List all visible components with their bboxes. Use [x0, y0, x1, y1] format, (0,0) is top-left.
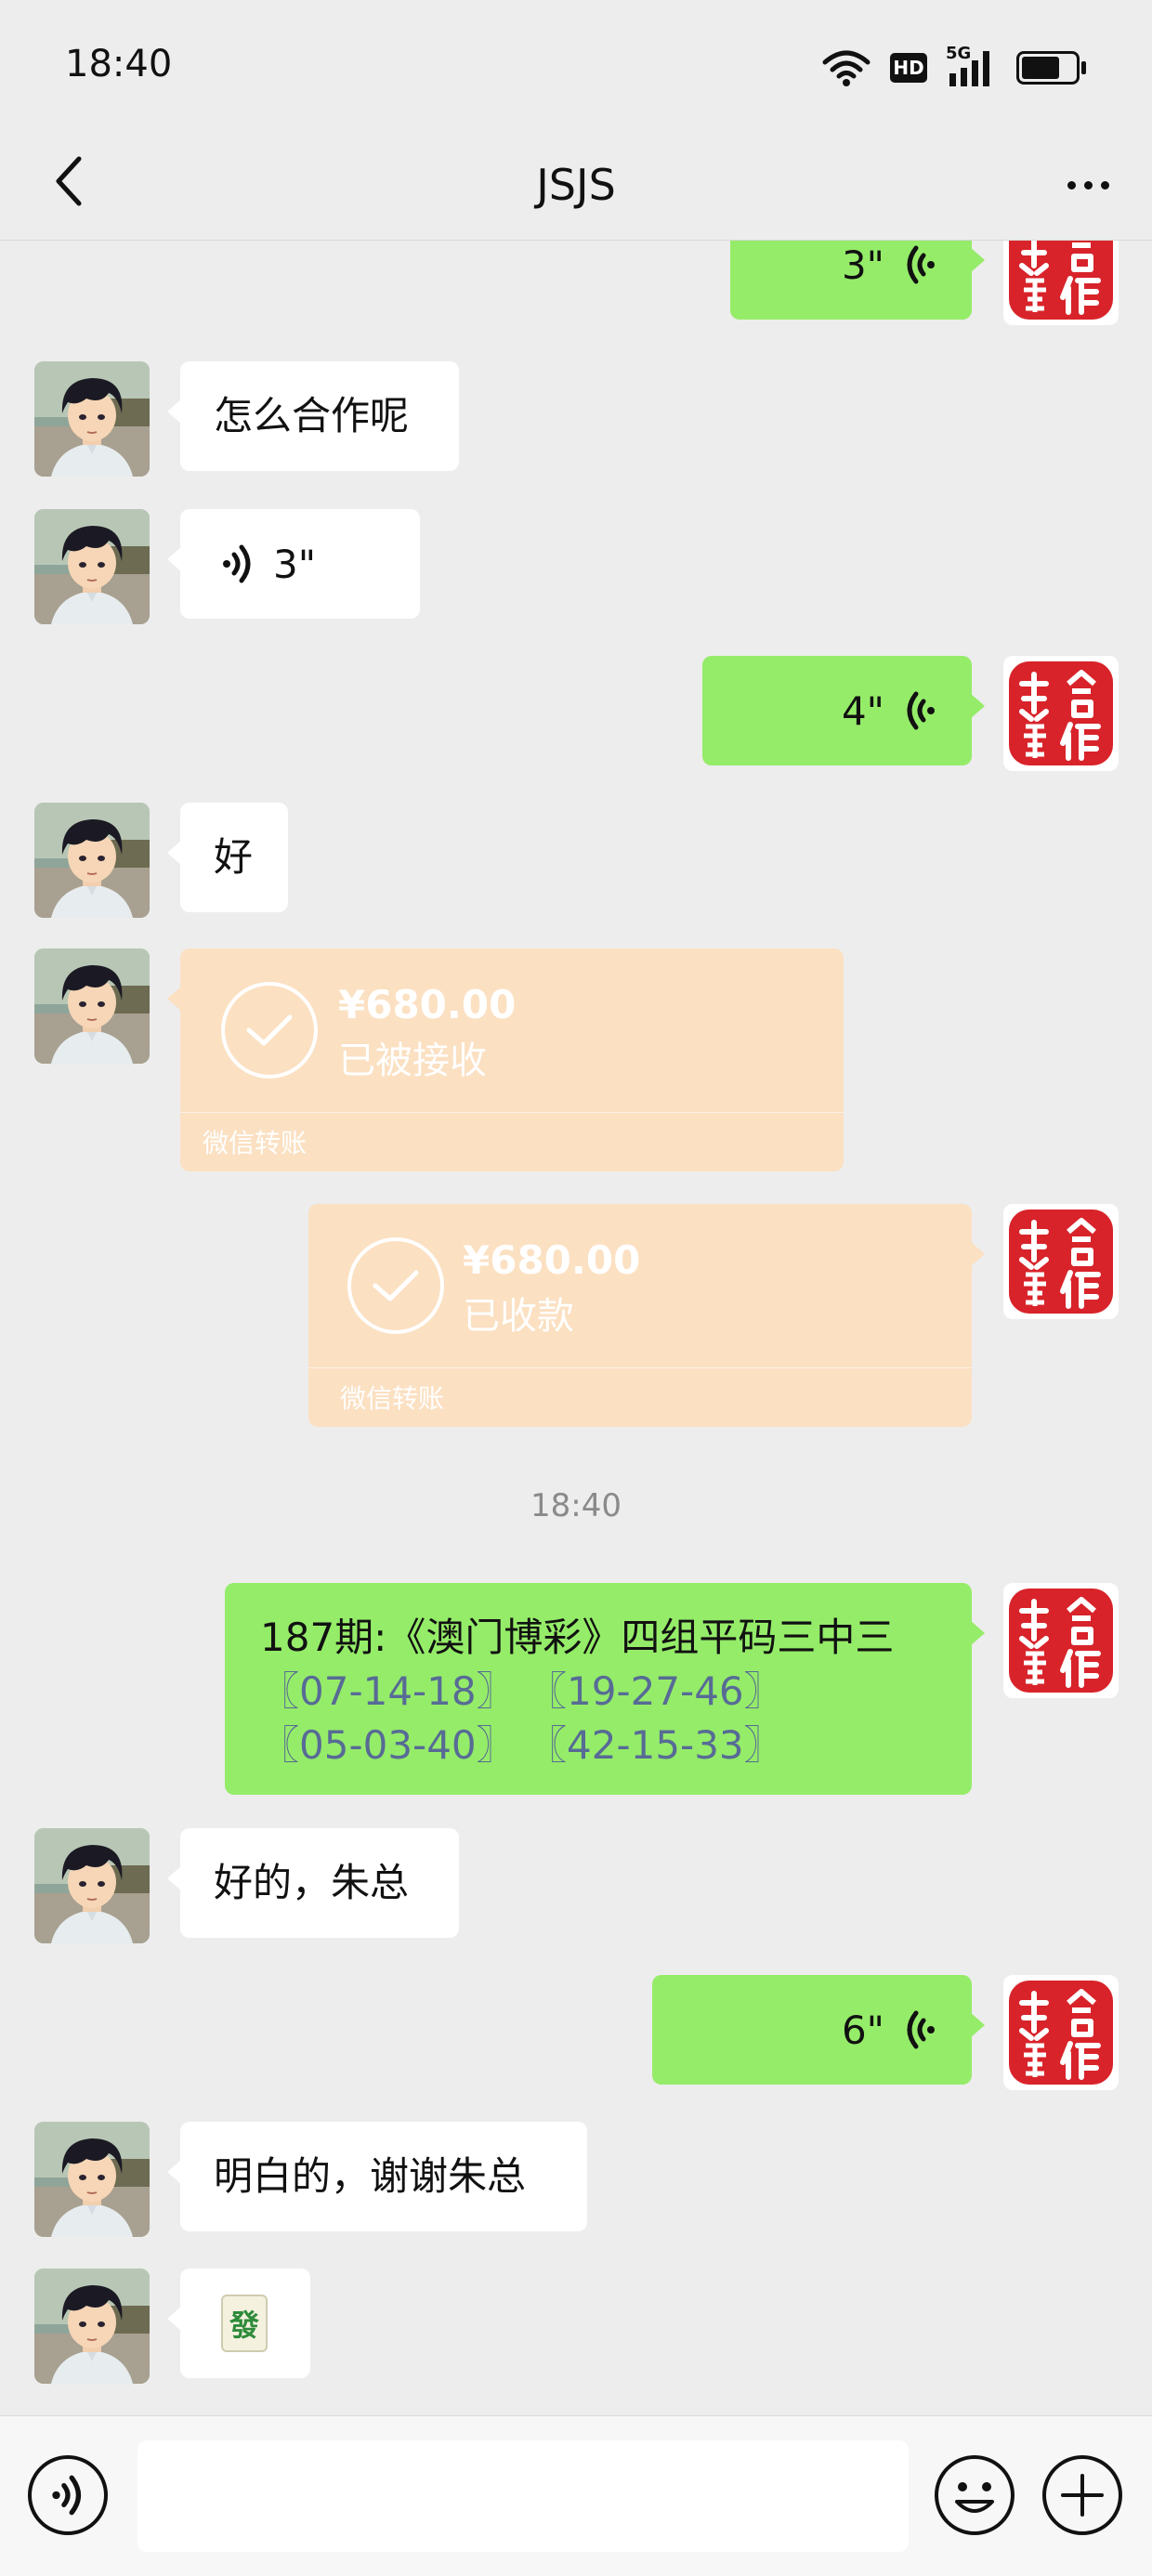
- emoji-message[interactable]: 發: [167, 2269, 310, 2378]
- voice-waves-icon: [219, 542, 256, 586]
- wifi-icon: [822, 50, 871, 86]
- number-link[interactable]: 〖42-15-33〗: [528, 1722, 783, 1768]
- voice-duration: 6": [841, 2007, 884, 2053]
- avatar[interactable]: [34, 1828, 150, 1943]
- voice-waves-icon: [901, 242, 938, 287]
- number-link[interactable]: 〖05-03-40〗: [260, 1722, 516, 1768]
- voice-message[interactable]: 6": [652, 1975, 985, 2085]
- text-message[interactable]: 明白的，谢谢朱总: [167, 2122, 587, 2231]
- transfer-label: 微信转账: [340, 1383, 445, 1414]
- avatar[interactable]: [34, 509, 150, 624]
- voice-duration: 3": [273, 541, 317, 587]
- status-time: 18:40: [65, 43, 173, 85]
- divider: [308, 1367, 972, 1368]
- voice-message[interactable]: 3": [730, 241, 985, 320]
- chat-header: JSJS: [0, 130, 1152, 241]
- voice-message[interactable]: 3": [167, 509, 420, 619]
- checkmark-icon: [221, 982, 318, 1079]
- status-icons: HD 5G: [821, 44, 1087, 89]
- avatar[interactable]: [1003, 1204, 1119, 1319]
- voice-message[interactable]: 4": [702, 656, 985, 765]
- message-text: 怎么合作呢: [214, 393, 410, 438]
- text-message[interactable]: 怎么合作呢: [167, 361, 459, 471]
- avatar[interactable]: [34, 361, 150, 477]
- number-link[interactable]: 〖07-14-18〗: [260, 1668, 516, 1714]
- transfer-message[interactable]: ¥680.00 已被接收 微信转账: [167, 948, 844, 1171]
- avatar[interactable]: [34, 803, 150, 918]
- avatar[interactable]: [1003, 1583, 1119, 1698]
- avatar[interactable]: [1003, 241, 1119, 325]
- more-button[interactable]: [1046, 143, 1130, 227]
- voice-waves-icon: [901, 688, 938, 733]
- avatar[interactable]: [34, 2269, 150, 2384]
- transfer-amount: ¥680.00: [338, 982, 517, 1027]
- message-list[interactable]: 3" 怎么合作呢 3" 4" 好 ¥680.00 已被接收 微信转账 ¥680.…: [0, 241, 1152, 2415]
- text-message[interactable]: 好的，朱总: [167, 1828, 459, 1938]
- transfer-label: 微信转账: [203, 1128, 308, 1158]
- avatar[interactable]: [1003, 1975, 1119, 2090]
- transfer-amount: ¥680.00: [463, 1237, 641, 1283]
- status-bar: 18:40 HD 5G: [0, 0, 1152, 130]
- voice-duration: 4": [841, 687, 884, 734]
- network-type-label: 5G: [946, 44, 972, 63]
- signal-icon: 5G: [946, 44, 998, 86]
- divider: [180, 1112, 844, 1113]
- transfer-message[interactable]: ¥680.00 已收款 微信转账: [308, 1204, 985, 1427]
- checkmark-icon: [347, 1237, 444, 1334]
- battery-icon: [1016, 51, 1087, 85]
- message-text: 好的，朱总: [214, 1860, 410, 1905]
- text-message[interactable]: 187期:《澳门博彩》四组平码三中三 〖07-14-18〗 〖19-27-46〗…: [225, 1583, 985, 1795]
- timestamp: 18:40: [530, 1487, 622, 1524]
- avatar[interactable]: [1003, 656, 1119, 771]
- back-button[interactable]: [28, 139, 111, 223]
- avatar[interactable]: [34, 948, 150, 1064]
- number-link[interactable]: 〖19-27-46〗: [528, 1668, 783, 1714]
- input-bar: [0, 2415, 1152, 2576]
- message-input[interactable]: [137, 2440, 909, 2552]
- voice-waves-icon: [901, 2007, 938, 2052]
- message-text: 好: [214, 834, 254, 880]
- transfer-status: 已被接收: [338, 1040, 487, 1082]
- chat-title: JSJS: [536, 160, 616, 210]
- more-dots-icon: [1067, 180, 1076, 190]
- voice-mode-icon: [47, 2472, 88, 2518]
- emoji-button[interactable]: [935, 2455, 1015, 2535]
- chevron-left-icon: [56, 156, 82, 206]
- avatar[interactable]: [34, 2122, 150, 2237]
- text-message[interactable]: 好: [167, 803, 288, 912]
- message-text: 187期:《澳门博彩》四组平码三中三: [260, 1615, 895, 1660]
- message-text: 明白的，谢谢朱总: [214, 2153, 527, 2199]
- voice-duration: 3": [841, 242, 884, 288]
- mahjong-fa-tile: 發: [221, 2295, 268, 2352]
- transfer-status: 已收款: [463, 1295, 574, 1338]
- voice-mode-button[interactable]: [28, 2455, 108, 2535]
- plus-icon: [1061, 2474, 1104, 2517]
- hd-badge: HD: [890, 53, 927, 83]
- plus-button[interactable]: [1042, 2455, 1122, 2535]
- emoji-icon: [955, 2482, 994, 2513]
